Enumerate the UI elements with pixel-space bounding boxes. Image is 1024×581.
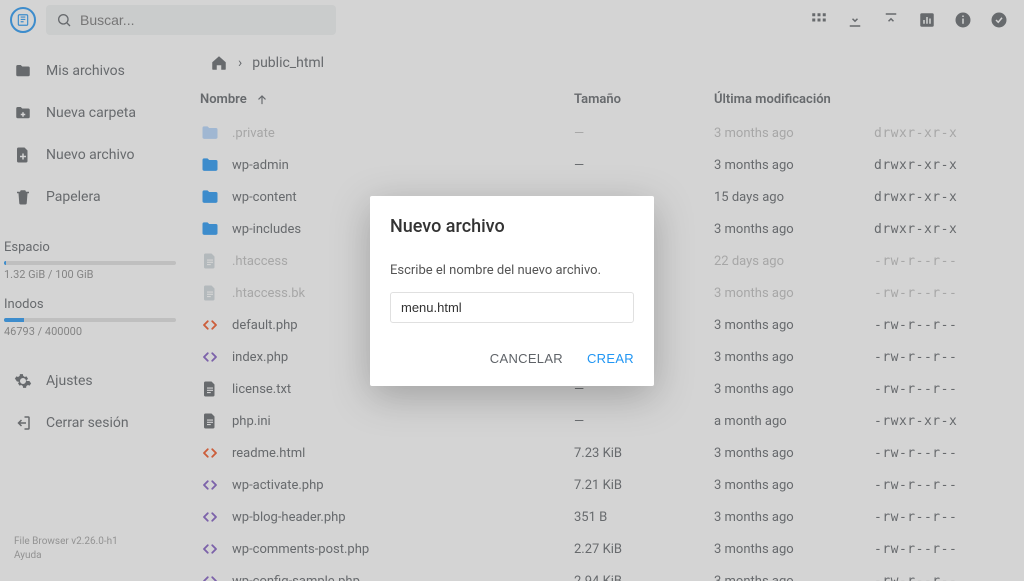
- cancel-button[interactable]: CANCELAR: [490, 351, 563, 366]
- modal-scrim[interactable]: Nuevo archivo Escribe el nombre del nuev…: [0, 0, 1024, 581]
- create-button[interactable]: CREAR: [587, 351, 634, 366]
- new-file-dialog: Nuevo archivo Escribe el nombre del nuev…: [370, 196, 654, 386]
- filename-input[interactable]: [390, 292, 634, 323]
- dialog-title: Nuevo archivo: [390, 216, 634, 237]
- dialog-prompt: Escribe el nombre del nuevo archivo.: [390, 263, 634, 278]
